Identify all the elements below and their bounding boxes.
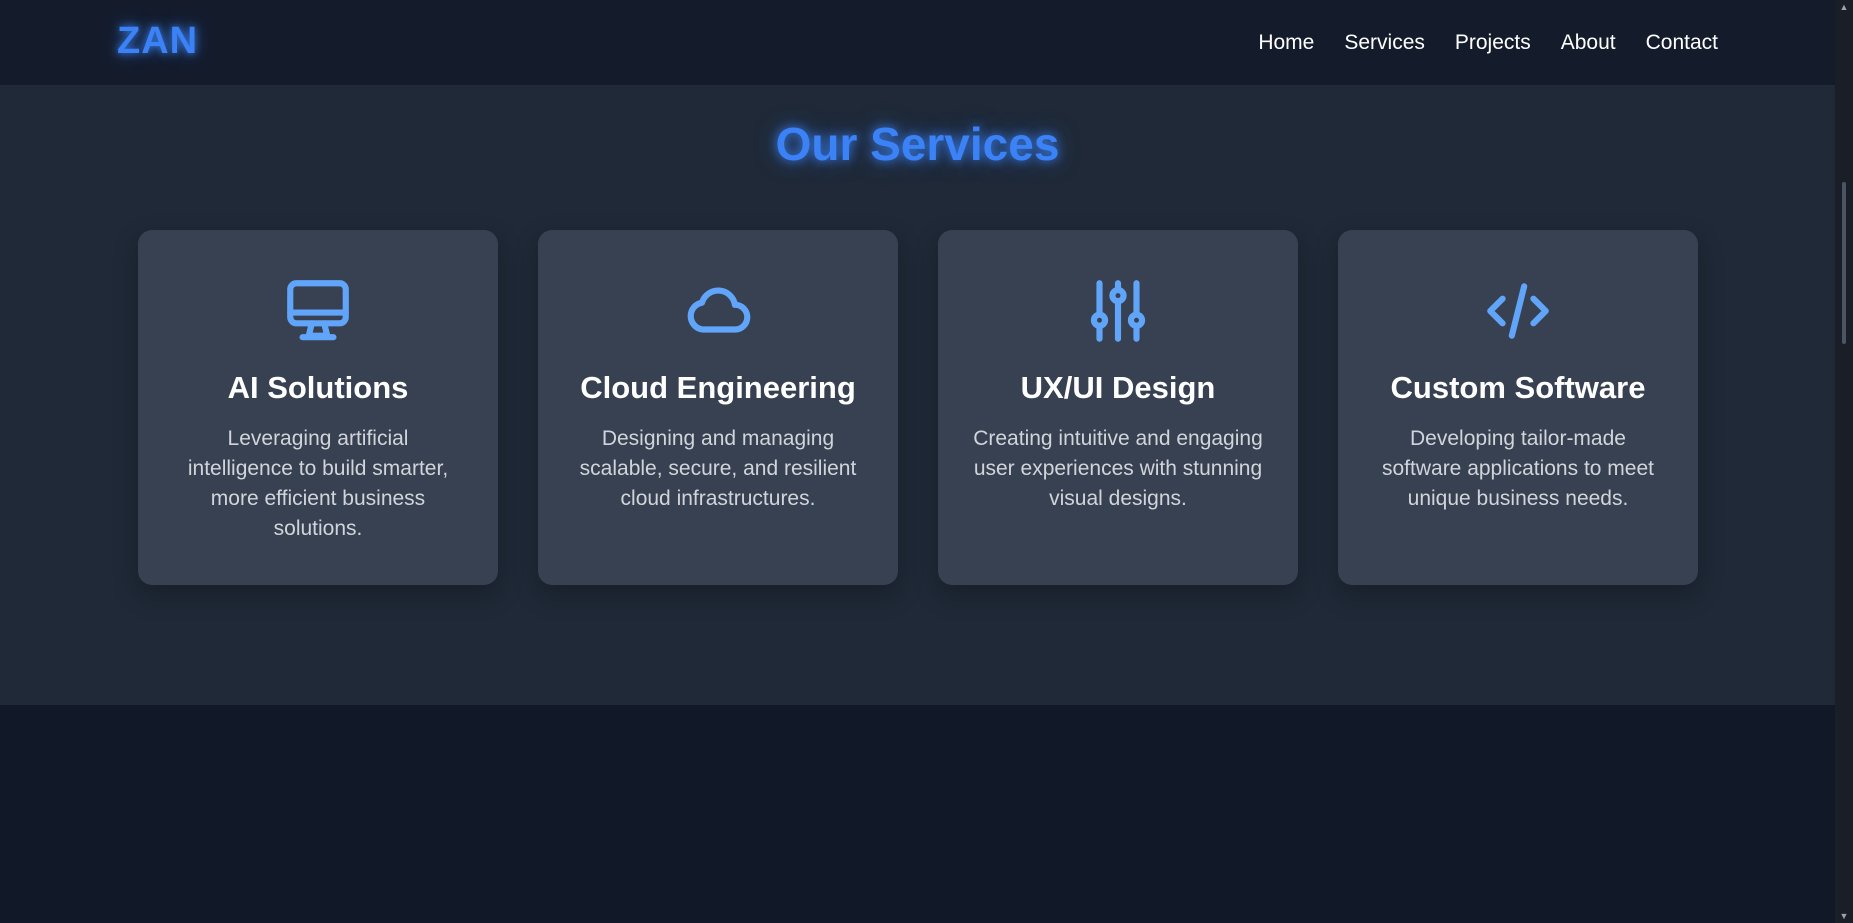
- service-cards: AI Solutions Leveraging artificial intel…: [138, 230, 1698, 585]
- service-card-title: UX/UI Design: [1020, 370, 1216, 405]
- service-card-ai-solutions[interactable]: AI Solutions Leveraging artificial intel…: [138, 230, 498, 585]
- service-card-description: Developing tailor-made software applicat…: [1382, 427, 1654, 510]
- nav-link-services[interactable]: Services: [1344, 31, 1425, 55]
- service-card-title: AI Solutions: [227, 370, 409, 405]
- scroll-up-arrow-icon[interactable]: ▲: [1835, 0, 1853, 14]
- service-card-title: Custom Software: [1390, 370, 1646, 405]
- page-scrollbar[interactable]: ▲ ▼: [1835, 0, 1853, 923]
- services-section: Our Services AI Solutions Leveraging art…: [0, 85, 1835, 705]
- scroll-down-arrow-icon[interactable]: ▼: [1835, 909, 1853, 923]
- service-card-ux-ui-design[interactable]: UX/UI Design Creating intuitive and enga…: [938, 230, 1298, 585]
- sliders-icon: [1081, 274, 1155, 348]
- scrollbar-thumb[interactable]: [1842, 182, 1846, 344]
- page: ZAN Home Services Projects About Contact…: [0, 0, 1835, 923]
- service-card-custom-software[interactable]: Custom Software Developing tailor-made s…: [1338, 230, 1698, 585]
- nav-link-contact[interactable]: Contact: [1646, 31, 1718, 55]
- main-nav: Home Services Projects About Contact: [1258, 0, 1718, 85]
- nav-link-about[interactable]: About: [1561, 31, 1616, 55]
- service-card-description: Designing and managing scalable, secure,…: [579, 427, 857, 510]
- service-card-title: Cloud Engineering: [580, 370, 856, 405]
- site-header: ZAN Home Services Projects About Contact: [0, 0, 1835, 85]
- nav-link-home[interactable]: Home: [1258, 31, 1314, 55]
- nav-link-projects[interactable]: Projects: [1455, 31, 1531, 55]
- code-icon: [1481, 274, 1555, 348]
- section-title: Our Services: [775, 118, 1060, 170]
- service-card-cloud-engineering[interactable]: Cloud Engineering Designing and managing…: [538, 230, 898, 585]
- monitor-icon: [281, 274, 355, 348]
- service-card-description: Creating intuitive and engaging user exp…: [973, 427, 1263, 510]
- service-card-description: Leveraging artificial intelligence to bu…: [187, 427, 449, 540]
- cloud-icon: [681, 274, 755, 348]
- site-logo[interactable]: ZAN: [117, 20, 198, 63]
